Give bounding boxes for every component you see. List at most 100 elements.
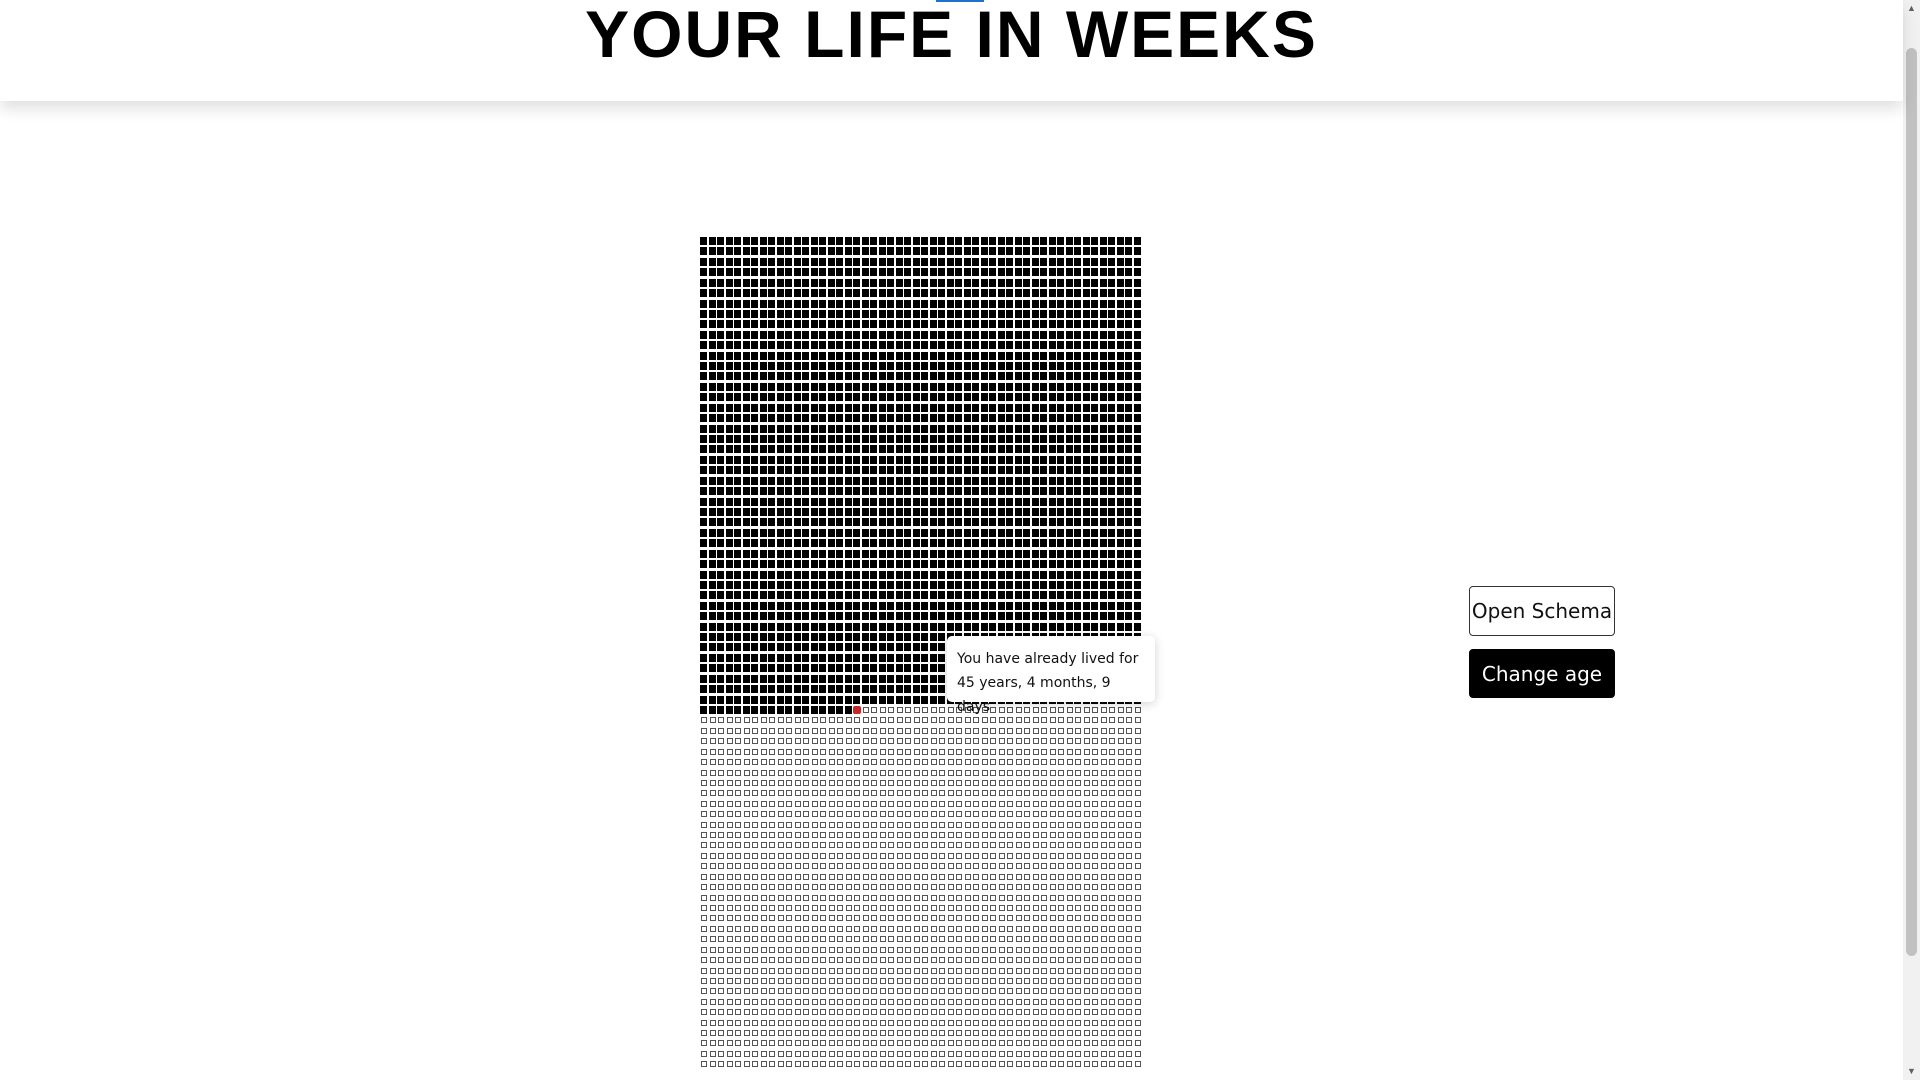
week-cell[interactable]: [1014, 507, 1022, 516]
week-cell[interactable]: [1040, 455, 1047, 464]
week-cell[interactable]: [752, 821, 758, 828]
week-cell[interactable]: [938, 237, 945, 245]
week-cell[interactable]: [912, 362, 920, 371]
week-cell[interactable]: [751, 466, 758, 475]
week-cell[interactable]: [939, 727, 945, 734]
week-cell[interactable]: [1066, 727, 1073, 734]
week-cell[interactable]: [708, 487, 716, 496]
week-cell[interactable]: [717, 466, 724, 475]
week-cell[interactable]: [1074, 257, 1081, 266]
week-cell[interactable]: [1126, 790, 1132, 797]
week-cell[interactable]: [1041, 769, 1047, 776]
week-cell[interactable]: [862, 790, 869, 797]
week-cell[interactable]: [896, 915, 903, 922]
week-cell[interactable]: [1049, 832, 1056, 839]
week-cell[interactable]: [1074, 476, 1081, 485]
week-cell[interactable]: [973, 863, 979, 870]
week-cell[interactable]: [905, 925, 911, 932]
week-cell[interactable]: [930, 727, 937, 734]
week-cell[interactable]: [1074, 507, 1081, 516]
week-cell[interactable]: [1041, 967, 1047, 974]
week-cell[interactable]: [1074, 403, 1081, 412]
week-cell[interactable]: [776, 685, 784, 694]
week-cell[interactable]: [752, 769, 758, 776]
week-cell[interactable]: [981, 1009, 988, 1016]
week-cell[interactable]: [1040, 601, 1047, 610]
week-cell[interactable]: [861, 497, 869, 506]
week-cell[interactable]: [708, 278, 716, 287]
week-cell[interactable]: [921, 539, 928, 548]
week-cell[interactable]: [853, 424, 860, 433]
week-cell[interactable]: [776, 445, 784, 454]
week-cell[interactable]: [1091, 612, 1098, 621]
week-cell[interactable]: [768, 560, 775, 569]
week-cell[interactable]: [997, 560, 1005, 569]
week-cell[interactable]: [929, 455, 937, 464]
week-cell[interactable]: [803, 1019, 809, 1026]
week-cell[interactable]: [921, 570, 928, 579]
week-cell[interactable]: [888, 967, 894, 974]
week-cell[interactable]: [794, 863, 801, 870]
week-cell[interactable]: [1024, 967, 1030, 974]
week-cell[interactable]: [921, 320, 928, 329]
week-cell[interactable]: [998, 738, 1005, 745]
week-cell[interactable]: [895, 653, 903, 662]
week-cell[interactable]: [929, 414, 937, 423]
week-cell[interactable]: [1031, 560, 1039, 569]
week-cell[interactable]: [1117, 706, 1124, 713]
week-cell[interactable]: [837, 769, 843, 776]
week-cell[interactable]: [913, 1019, 920, 1026]
week-cell[interactable]: [1007, 915, 1013, 922]
week-cell[interactable]: [845, 769, 852, 776]
week-cell[interactable]: [845, 811, 852, 818]
week-cell[interactable]: [819, 487, 826, 496]
week-cell[interactable]: [895, 695, 903, 704]
week-cell[interactable]: [1134, 925, 1141, 932]
week-cell[interactable]: [1091, 247, 1098, 256]
week-cell[interactable]: [853, 455, 860, 464]
week-cell[interactable]: [929, 518, 937, 527]
week-cell[interactable]: [1126, 1019, 1132, 1026]
week-cell[interactable]: [802, 612, 809, 621]
week-cell[interactable]: [785, 497, 792, 506]
week-cell[interactable]: [1074, 299, 1081, 308]
week-cell[interactable]: [989, 341, 996, 350]
week-cell[interactable]: [785, 424, 792, 433]
week-cell[interactable]: [938, 382, 945, 391]
week-cell[interactable]: [871, 1019, 877, 1026]
week-cell[interactable]: [871, 800, 877, 807]
week-cell[interactable]: [717, 268, 724, 277]
week-cell[interactable]: [751, 570, 758, 579]
week-cell[interactable]: [1126, 852, 1132, 859]
week-cell[interactable]: [742, 570, 750, 579]
week-cell[interactable]: [888, 894, 894, 901]
week-cell[interactable]: [1049, 748, 1056, 755]
week-cell[interactable]: [802, 247, 809, 256]
week-cell[interactable]: [912, 685, 920, 694]
week-cell[interactable]: [759, 695, 767, 704]
week-cell[interactable]: [1091, 414, 1098, 423]
week-cell[interactable]: [785, 299, 792, 308]
week-cell[interactable]: [751, 299, 758, 308]
week-cell[interactable]: [980, 518, 988, 527]
week-cell[interactable]: [1134, 842, 1141, 849]
week-cell[interactable]: [955, 372, 962, 381]
week-cell[interactable]: [1116, 424, 1124, 433]
week-cell[interactable]: [972, 580, 979, 589]
week-cell[interactable]: [904, 330, 911, 339]
week-cell[interactable]: [1126, 905, 1132, 911]
week-cell[interactable]: [700, 320, 707, 329]
week-cell[interactable]: [701, 790, 707, 797]
week-cell[interactable]: [1024, 988, 1030, 995]
week-cell[interactable]: [1066, 1061, 1073, 1068]
week-cell[interactable]: [1048, 591, 1056, 600]
week-cell[interactable]: [1049, 905, 1056, 911]
week-cell[interactable]: [862, 811, 869, 818]
week-cell[interactable]: [1108, 289, 1115, 298]
week-cell[interactable]: [1049, 779, 1056, 786]
week-cell[interactable]: [1014, 289, 1022, 298]
week-cell[interactable]: [853, 289, 860, 298]
week-cell[interactable]: [827, 257, 835, 266]
week-cell[interactable]: [1126, 717, 1132, 724]
week-cell[interactable]: [1108, 528, 1115, 537]
